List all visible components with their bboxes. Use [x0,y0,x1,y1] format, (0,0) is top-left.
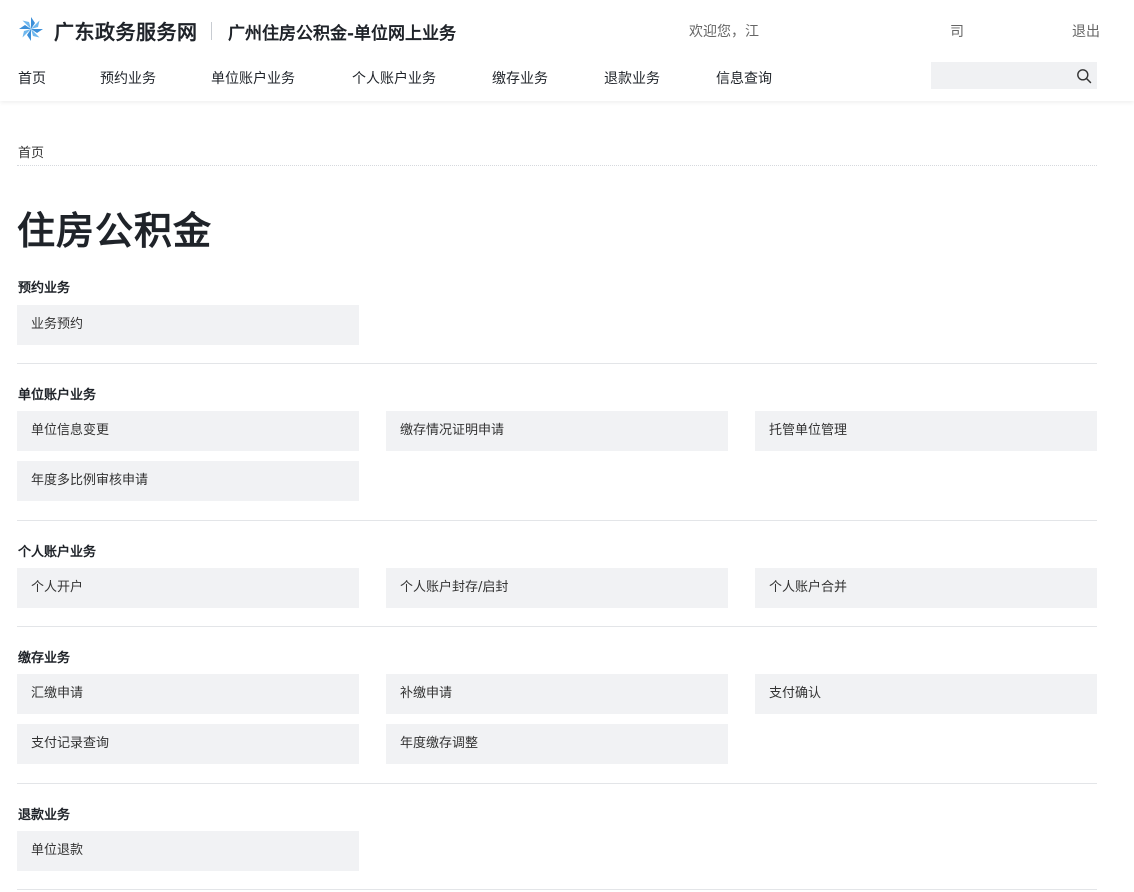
welcome-text: 欢迎您，江 [689,24,759,40]
card-personal-open-account[interactable]: 个人开户 [17,568,359,608]
card-remittance-apply[interactable]: 汇缴申请 [17,674,359,714]
card-managed-unit[interactable]: 托管单位管理 [755,411,1097,451]
company-name: 司 [950,24,964,40]
section-divider [17,783,1097,784]
nav-item-home[interactable]: 首页 [18,68,46,88]
nav-item-deposit[interactable]: 缴存业务 [492,68,548,88]
brand-name: 广东政务服务网 [54,20,198,44]
card-unit-refund[interactable]: 单位退款 [17,831,359,871]
search-box [931,62,1097,89]
section-title-deposit: 缴存业务 [18,651,71,666]
section-title-unit-account: 单位账户业务 [18,388,97,403]
nav-item-refund[interactable]: 退款业务 [604,68,660,88]
card-unit-info-change[interactable]: 单位信息变更 [17,411,359,451]
card-deposit-certificate[interactable]: 缴存情况证明申请 [386,411,728,451]
logo-icon [19,17,43,41]
breadcrumb[interactable]: 首页 [18,142,44,161]
breadcrumb-divider [17,165,1097,166]
site-title: 广州住房公积金-单位网上业务 [228,24,457,44]
card-business-appointment[interactable]: 业务预约 [17,305,359,345]
section-divider [17,520,1097,521]
card-supplementary-apply[interactable]: 补缴申请 [386,674,728,714]
nav-item-personal-account[interactable]: 个人账户业务 [352,68,436,88]
section-title-refund: 退款业务 [18,808,71,823]
header-divider [211,22,212,40]
nav-item-info-query[interactable]: 信息查询 [716,68,772,88]
card-annual-multi-ratio[interactable]: 年度多比例审核申请 [17,461,359,501]
nav-item-unit-account[interactable]: 单位账户业务 [211,68,295,88]
section-divider [17,889,1097,890]
card-personal-merge[interactable]: 个人账户合并 [755,568,1097,608]
section-title-personal-account: 个人账户业务 [18,545,97,560]
card-personal-seal-unseal[interactable]: 个人账户封存/启封 [386,568,728,608]
nav-item-appointment[interactable]: 预约业务 [100,68,156,88]
search-input[interactable] [931,62,1071,89]
section-title-appointment: 预约业务 [18,281,71,296]
top-header: 广东政务服务网 广州住房公积金-单位网上业务 欢迎您，江 司 退出 首页 预约业… [0,0,1134,101]
page-title: 住房公积金 [17,209,213,253]
search-icon[interactable] [1076,68,1092,84]
logout-link[interactable]: 退出 [1072,21,1100,41]
card-payment-confirm[interactable]: 支付确认 [755,674,1097,714]
section-divider [17,363,1097,364]
section-divider [17,626,1097,627]
card-annual-deposit-adjust[interactable]: 年度缴存调整 [386,724,728,764]
card-payment-records[interactable]: 支付记录查询 [17,724,359,764]
